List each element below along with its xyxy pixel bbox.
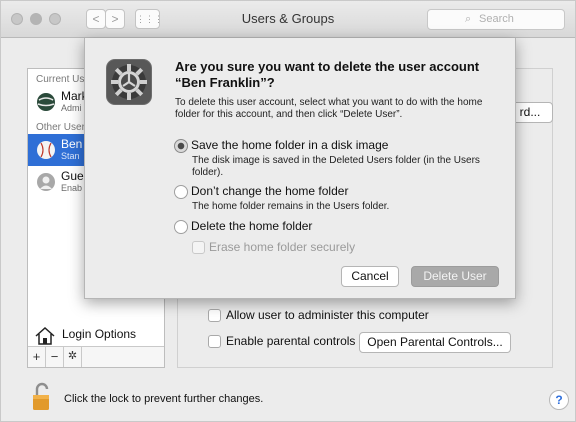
dont-change-home-folder-label: Don’t change the home folder bbox=[191, 184, 349, 198]
search-field[interactable]: ⌕ Search bbox=[427, 9, 565, 30]
parental-controls-checkbox[interactable] bbox=[208, 335, 221, 348]
other-users-header: Other User bbox=[36, 122, 85, 133]
dont-change-home-folder-radio[interactable] bbox=[174, 185, 188, 199]
delete-user-sheet: Are you sure you want to delete the user… bbox=[84, 38, 516, 299]
help-button[interactable]: ? bbox=[549, 390, 569, 410]
action-gear-button[interactable]: ✲ bbox=[64, 347, 82, 367]
open-parental-controls-button[interactable]: Open Parental Controls... bbox=[359, 332, 511, 353]
save-home-folder-description: The disk image is saved in the Deleted U… bbox=[192, 155, 480, 178]
erase-securely-label: Erase home folder securely bbox=[209, 240, 356, 254]
current-users-header: Current Us bbox=[36, 74, 85, 85]
remove-user-button[interactable]: − bbox=[46, 347, 64, 367]
lock-status-text: Click the lock to prevent further change… bbox=[64, 393, 264, 405]
sheet-title: Are you sure you want to delete the user… bbox=[175, 59, 480, 90]
baseball-avatar-icon bbox=[37, 141, 55, 159]
sidebar-user-role: Enab bbox=[61, 183, 83, 193]
delete-user-button[interactable]: Delete User bbox=[411, 266, 499, 287]
delete-home-folder-radio[interactable] bbox=[174, 220, 188, 234]
globe-avatar-icon bbox=[37, 93, 55, 111]
house-icon bbox=[35, 326, 55, 345]
users-groups-window: < > ⋮⋮⋮ Users & Groups ⌕ Search Current … bbox=[0, 0, 576, 422]
cancel-button[interactable]: Cancel bbox=[341, 266, 399, 287]
login-options-label: Login Options bbox=[62, 327, 137, 341]
add-user-button[interactable]: + bbox=[28, 347, 46, 367]
gear-icon: ✲ bbox=[67, 350, 78, 362]
sidebar-user-name: Ben bbox=[61, 137, 83, 151]
sidebar-toolbar: + − ✲ bbox=[28, 346, 164, 367]
search-placeholder: Search bbox=[479, 13, 514, 25]
dont-change-home-folder-description: The home folder remains in the Users fol… bbox=[192, 201, 390, 212]
system-preferences-gear-icon bbox=[106, 59, 152, 105]
sheet-description: To delete this user account, select what… bbox=[175, 97, 483, 120]
guest-avatar-icon bbox=[37, 173, 55, 191]
magnifier-icon: ⌕ bbox=[465, 13, 472, 25]
title-bar: < > ⋮⋮⋮ Users & Groups ⌕ Search bbox=[1, 1, 575, 38]
lock-icon[interactable] bbox=[32, 382, 52, 412]
erase-securely-checkbox[interactable] bbox=[192, 241, 205, 254]
delete-home-folder-label: Delete the home folder bbox=[191, 219, 313, 233]
sidebar-user-role: Admi bbox=[61, 103, 82, 113]
save-home-folder-radio[interactable] bbox=[174, 139, 188, 153]
bottom-bar: Click the lock to prevent further change… bbox=[1, 376, 575, 422]
save-home-folder-label: Save the home folder in a disk image bbox=[191, 138, 389, 152]
sidebar-user-role: Stan bbox=[61, 151, 80, 161]
allow-admin-label: Allow user to administer this computer bbox=[226, 308, 429, 322]
login-options-item[interactable]: Login Options bbox=[28, 324, 164, 346]
sidebar-user-name: Gue bbox=[61, 169, 84, 183]
parental-controls-label: Enable parental controls bbox=[226, 334, 356, 348]
allow-admin-checkbox[interactable] bbox=[208, 309, 221, 322]
